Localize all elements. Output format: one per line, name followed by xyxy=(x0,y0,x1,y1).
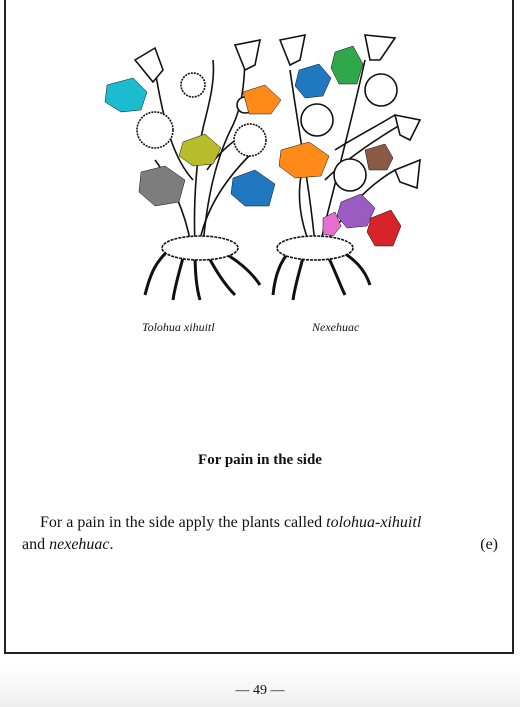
leaf-blue-left xyxy=(230,169,276,207)
leaf-orange-right xyxy=(278,141,330,179)
leaf-blue-right xyxy=(294,63,332,99)
line1-text: For a pain in the side apply the plants … xyxy=(40,514,327,531)
page-number: — 49 — xyxy=(235,683,285,698)
leaf-olive xyxy=(178,133,222,167)
recipe-paragraph: For a pain in the side apply the plants … xyxy=(22,512,498,556)
leaf-cyan xyxy=(104,77,148,113)
plant-name-2: nexehuac xyxy=(49,536,110,553)
plant-name-1: tolohua-xihuitl xyxy=(326,514,422,531)
paragraph-line-1: For a pain in the side apply the plants … xyxy=(22,512,498,534)
leaf-brown xyxy=(364,143,394,171)
caption-nexehuac: Nexehuac xyxy=(312,320,360,334)
reference-marker: (e) xyxy=(480,536,498,553)
caption-tolohua-xihuitl: Tolohua xihuitl xyxy=(142,320,215,334)
plant-illustration xyxy=(104,33,422,301)
section-heading: For pain in the side xyxy=(198,452,322,468)
leaf-gray xyxy=(138,165,186,207)
leaf-red xyxy=(366,209,402,247)
leaf-purple xyxy=(336,193,376,229)
leaf-orange-left xyxy=(242,84,282,115)
page: Tolohua xihuitl Nexehuac For pain in the… xyxy=(0,0,520,707)
line2-text: and xyxy=(22,536,50,553)
line2-suffix: . xyxy=(109,536,114,553)
leaf-green xyxy=(330,45,364,85)
paragraph-line-2: and nexehuac. (e) xyxy=(22,534,498,556)
